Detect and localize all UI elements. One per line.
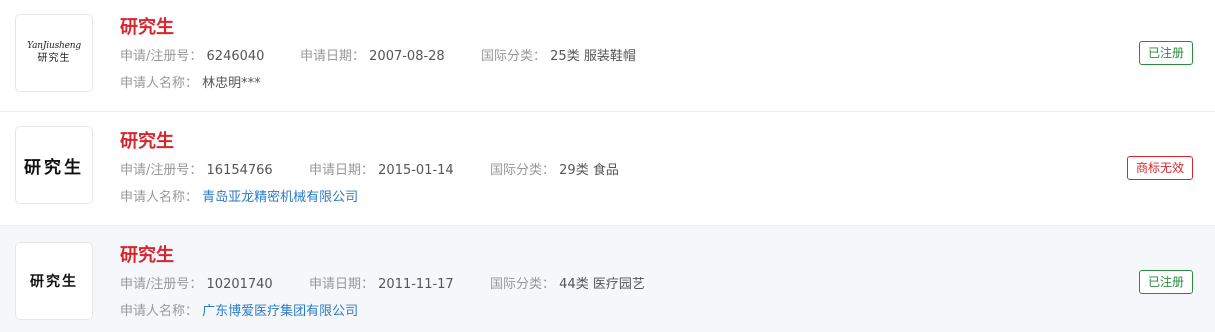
apply-date-field: 申请日期： 2007-08-28 (300, 48, 445, 66)
intl-class-value: 44类 医疗园艺 (559, 277, 645, 292)
applicant-label: 申请人名称： (120, 304, 199, 319)
applicant-value: 林忠明*** (202, 76, 261, 91)
trademark-logo[interactable]: 研究生 (15, 126, 93, 204)
trademark-title[interactable]: 研究生 (120, 130, 174, 154)
trademark-title[interactable]: 研究生 (120, 16, 174, 40)
intl-class-label: 国际分类： (481, 49, 547, 64)
meta-line-applicant: 申请人名称： 广东博爱医疗集团有限公司 (120, 303, 358, 321)
trademark-row[interactable]: YanJiusheng 研究生 研究生 申请/注册号： 6246040 申请日期… (0, 0, 1215, 112)
intl-class-label: 国际分类： (490, 163, 556, 178)
apply-date-field: 申请日期： 2011-11-17 (309, 276, 454, 294)
meta-line-applicant: 申请人名称： 青岛亚龙精密机械有限公司 (120, 189, 358, 207)
reg-no-label: 申请/注册号： (120, 163, 203, 178)
reg-no-field: 申请/注册号： 10201740 (120, 276, 273, 294)
meta-line-applicant: 申请人名称： 林忠明*** (120, 75, 261, 93)
status-badge: 已注册 (1138, 270, 1193, 294)
reg-no-field: 申请/注册号： 6246040 (120, 48, 264, 66)
apply-date-label: 申请日期： (309, 163, 375, 178)
logo-cn-text: 研究生 (30, 274, 78, 290)
intl-class-field: 国际分类： 25类 服装鞋帽 (481, 48, 636, 66)
applicant-link[interactable]: 广东博爱医疗集团有限公司 (202, 304, 358, 319)
reg-no-label: 申请/注册号： (120, 49, 203, 64)
logo-script-text: YanJiusheng (27, 41, 81, 51)
apply-date-label: 申请日期： (300, 49, 366, 64)
reg-no-label: 申请/注册号： (120, 277, 203, 292)
reg-no-value: 16154766 (206, 163, 273, 178)
trademark-logo[interactable]: YanJiusheng 研究生 (15, 14, 93, 92)
apply-date-label: 申请日期： (309, 277, 375, 292)
reg-no-field: 申请/注册号： 16154766 (120, 162, 273, 180)
applicant-label: 申请人名称： (120, 76, 199, 91)
apply-date-field: 申请日期： 2015-01-14 (309, 162, 454, 180)
status-badge: 商标无效 (1126, 156, 1193, 180)
intl-class-value: 29类 食品 (559, 163, 619, 178)
trademark-title[interactable]: 研究生 (120, 244, 174, 268)
logo-cn-text: 研究生 (24, 157, 84, 178)
applicant-link[interactable]: 青岛亚龙精密机械有限公司 (202, 190, 358, 205)
applicant-label: 申请人名称： (120, 190, 199, 205)
trademark-row[interactable]: 研究生 研究生 申请/注册号： 16154766 申请日期： 2015-01-1… (0, 112, 1215, 226)
intl-class-label: 国际分类： (490, 277, 556, 292)
trademark-result-list: YanJiusheng 研究生 研究生 申请/注册号： 6246040 申请日期… (0, 0, 1215, 332)
reg-no-value: 10201740 (206, 277, 273, 292)
apply-date-value: 2015-01-14 (378, 163, 454, 178)
logo-cn-text: 研究生 (37, 53, 71, 64)
reg-no-value: 6246040 (206, 49, 265, 64)
trademark-logo[interactable]: 研究生 (15, 242, 93, 320)
status-badge: 已注册 (1138, 41, 1193, 65)
intl-class-value: 25类 服装鞋帽 (550, 49, 636, 64)
apply-date-value: 2011-11-17 (378, 277, 454, 292)
intl-class-field: 国际分类： 29类 食品 (490, 162, 619, 180)
apply-date-value: 2007-08-28 (369, 49, 445, 64)
trademark-row[interactable]: 研究生 研究生 申请/注册号： 10201740 申请日期： 2011-11-1… (0, 226, 1215, 332)
intl-class-field: 国际分类： 44类 医疗园艺 (490, 276, 645, 294)
